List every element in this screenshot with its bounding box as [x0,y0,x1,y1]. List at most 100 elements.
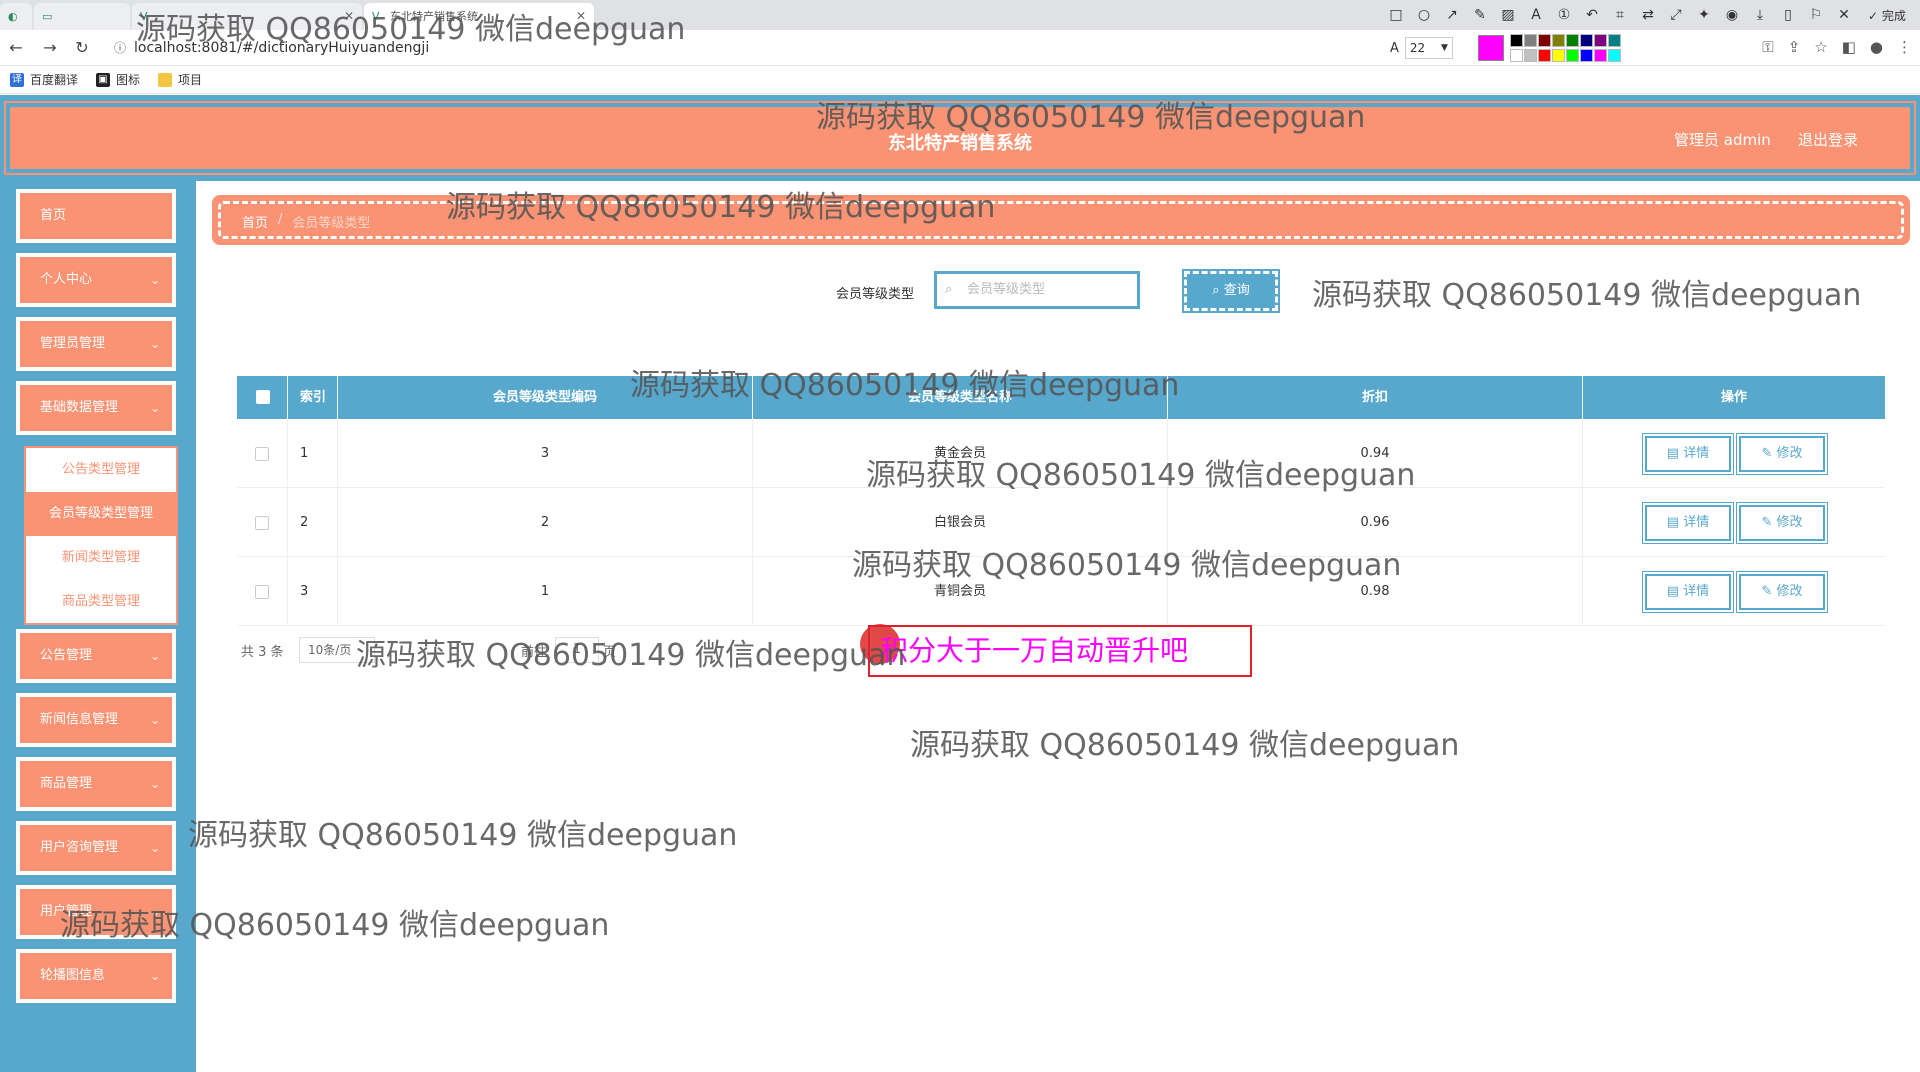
search-label: 会员等级类型 [836,287,915,302]
record-icon[interactable]: ◉ [1720,7,1744,23]
breadcrumb-separator: / [278,212,283,227]
menu-icon[interactable]: ⋮ [1897,38,1912,56]
breadcrumb-current: 会员等级类型 [292,216,371,231]
column-header: 操作 [1720,390,1747,405]
font-size-select[interactable]: 22 ▼ [1404,37,1453,59]
watermark: 源码获取 QQ86050149 微信deepguan [630,368,1180,403]
detail-button[interactable]: ▤ 详情 [1642,571,1734,613]
search-icon: ⌕ [1212,283,1220,298]
document-icon: ▤ [1666,446,1680,461]
watermark: 源码获取 QQ86050149 微信deepguan [188,818,738,853]
translate-icon[interactable]: ⇄ [1636,7,1660,23]
document-icon: ▤ [1666,515,1680,530]
watermark: 源码获取 QQ86050149 微信deepguan [446,190,996,225]
watermark: 源码获取 QQ86050149 微信deepguan [816,100,1366,135]
watermark: 源码获取 QQ86050149 微信deepguan [136,12,686,47]
mosaic-tool-icon[interactable]: ▨ [1496,7,1520,23]
save-icon[interactable]: ▯ [1776,7,1800,23]
detail-button[interactable]: ▤ 详情 [1642,502,1734,544]
rectangle-tool-icon[interactable]: □ [1384,7,1408,23]
annotation-text: 积分大于一万自动晋升吧 [868,625,1252,677]
pen-tool-icon[interactable]: ✎ [1468,7,1492,23]
submenu-notice-types[interactable]: 公告类型管理 [26,448,176,492]
cancel-icon[interactable]: ✕ [1832,7,1856,23]
bookmark-item[interactable]: 译百度翻译 [10,71,78,88]
browser-tab[interactable]: ▭ [34,3,130,30]
star-icon[interactable]: ☆ [1814,38,1827,56]
chevron-down-icon: ⌄ [149,777,160,791]
cell-code: 3 [338,419,753,488]
select-all-checkbox[interactable] [256,390,270,404]
submenu-product-types[interactable]: 商品类型管理 [26,580,176,624]
query-button[interactable]: ⌕ 查询 [1182,269,1280,313]
chrome-icon: ◐ [8,10,18,23]
font-control: A 22 ▼ [1390,36,1453,60]
cell-code: 2 [338,488,753,557]
basic-data-submenu: 公告类型管理 会员等级类型管理 新闻类型管理 商品类型管理 [24,446,178,625]
admin-label: 管理员 admin [1674,131,1771,149]
share-icon[interactable]: ⇪ [1788,38,1801,56]
font-size-icon: A [1390,40,1399,56]
column-header: 索引 [288,376,338,419]
folder-icon [158,72,173,87]
chevron-down-icon: ⌄ [149,649,160,663]
color-palette[interactable] [1510,34,1630,62]
cell-index: 1 [288,419,338,488]
browser-tab[interactable]: ◐ [0,3,32,30]
current-color-swatch[interactable] [1478,35,1504,61]
logout-link[interactable]: 退出登录 [1798,129,1858,150]
undo-icon[interactable]: ↶ [1580,7,1604,23]
sidebar-item-profile[interactable]: 个人中心 ⌄ [16,253,176,307]
arrow-tool-icon[interactable]: ↗ [1440,7,1464,23]
search-input[interactable]: ⌕ 会员等级类型 [934,271,1140,309]
translate-icon: 译 [10,72,24,87]
number-tool-icon[interactable]: ① [1552,7,1576,23]
row-checkbox[interactable] [255,585,269,599]
column-header: 折扣 [1168,376,1583,419]
watermark: 源码获取 QQ86050149 微信deepguan [910,728,1460,763]
browser-actions: ⚿ ⇪ ☆ ◧ ● ⋮ [1762,38,1912,56]
bookmarks-bar: 译百度翻译 ▣ 图标 项目 [0,66,1920,94]
row-checkbox[interactable] [255,447,269,461]
profile-icon[interactable]: ● [1870,38,1883,56]
sidebar-item-consults[interactable]: 用户咨询管理 ⌄ [16,821,176,875]
cell-index: 2 [288,488,338,557]
bookmark-icon[interactable]: ⚐ [1804,7,1828,23]
forward-icon[interactable]: → [40,38,60,58]
text-tool-icon[interactable]: A [1524,7,1548,23]
row-checkbox[interactable] [255,516,269,530]
chevron-down-icon: ⌄ [149,713,160,727]
watermark: 源码获取 QQ86050149 微信deepguan [60,908,610,943]
sidebar-item-basic-data[interactable]: 基础数据管理 ⌄ [16,381,176,435]
submenu-news-types[interactable]: 新闻类型管理 [26,536,176,580]
reload-icon[interactable]: ↻ [72,38,92,58]
sidebar-item-carousel[interactable]: 轮播图信息 ⌄ [16,949,176,1003]
ellipse-tool-icon[interactable]: ○ [1412,7,1436,23]
bookmark-item[interactable]: 项目 [158,71,202,88]
detail-button[interactable]: ▤ 详情 [1642,433,1734,475]
sidebar-item-products[interactable]: 商品管理 ⌄ [16,757,176,811]
total-count: 共 3 条 [241,645,284,660]
sidepanel-icon[interactable]: ◧ [1842,38,1856,56]
sidebar-item-notices[interactable]: 公告管理 ⌄ [16,629,176,683]
sidebar-item-news[interactable]: 新闻信息管理 ⌄ [16,693,176,747]
sidebar-item-admins[interactable]: 管理员管理 ⌄ [16,317,176,371]
edit-icon: ✎ [1761,446,1773,461]
cell-code: 1 [338,557,753,626]
ocr-icon[interactable]: ⌗ [1608,7,1632,23]
sidebar-item-home[interactable]: 首页 [16,189,176,243]
edit-button[interactable]: ✎ 修改 [1736,571,1828,613]
edit-icon: ✎ [1761,515,1773,530]
download-icon[interactable]: ⤓ [1748,7,1772,23]
pin-icon[interactable]: ✦ [1692,7,1716,23]
capture-icon[interactable]: ⤢ [1664,7,1688,23]
back-icon[interactable]: ← [6,38,26,58]
chevron-down-icon: ⌄ [149,337,160,351]
breadcrumb-home[interactable]: 首页 [242,212,268,231]
bookmark-item[interactable]: ▣ 图标 [96,71,140,88]
done-button[interactable]: ✓ 完成 [1860,7,1914,24]
edit-button[interactable]: ✎ 修改 [1736,502,1828,544]
key-icon[interactable]: ⚿ [1762,38,1773,56]
submenu-member-levels[interactable]: 会员等级类型管理 [26,492,176,536]
edit-button[interactable]: ✎ 修改 [1736,433,1828,475]
